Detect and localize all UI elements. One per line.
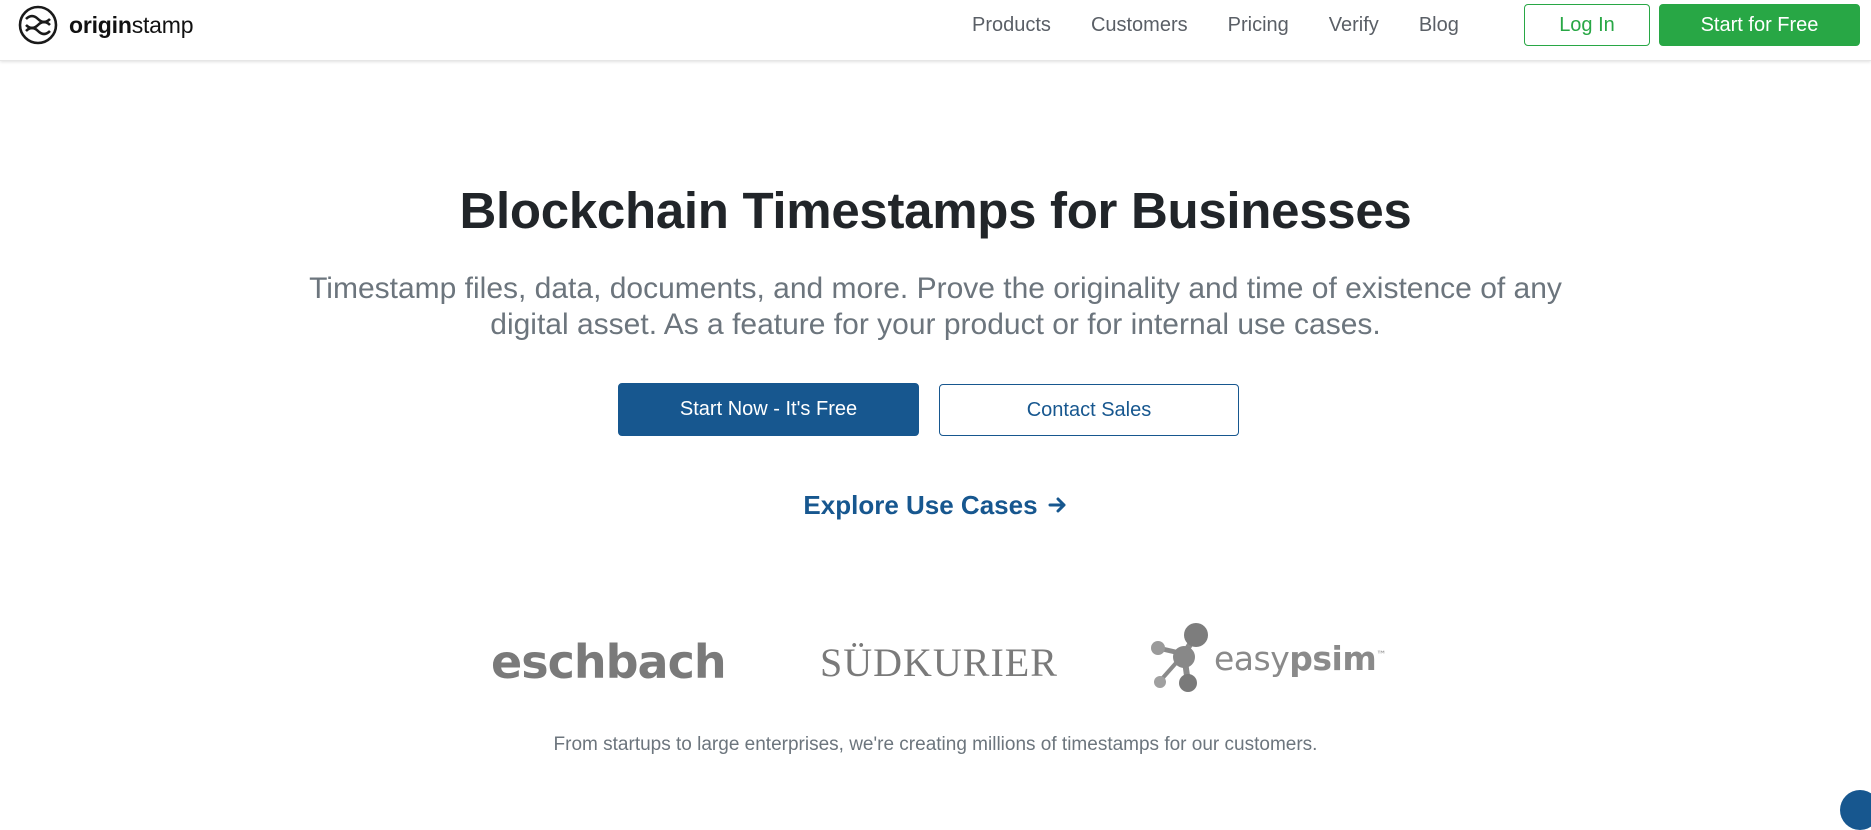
suedkurier-logo: SÜDKURIER	[820, 640, 1058, 685]
originstamp-logo[interactable]: originstamp	[17, 5, 194, 45]
originstamp-logo-icon	[18, 5, 58, 45]
explore-use-cases-link[interactable]: Explore Use Cases	[0, 487, 1871, 523]
site-header: originstamp Products Customers Pricing V…	[0, 0, 1871, 61]
customers-caption: From startups to large enterprises, we'r…	[553, 734, 1318, 755]
explore-use-cases-label: Explore Use Cases	[803, 489, 1038, 520]
easypsim-logo: easypsim™	[1146, 621, 1386, 696]
logo-text: originstamp	[69, 11, 194, 38]
start-now-button[interactable]: Start Now - It's Free	[618, 383, 919, 436]
nav-customers[interactable]: Customers	[1091, 14, 1188, 37]
eschbach-logo: eschbach	[491, 635, 727, 689]
start-for-free-button[interactable]: Start for Free	[1659, 4, 1860, 46]
main-nav: Products Customers Pricing Verify Blog	[972, 0, 1459, 50]
nav-verify[interactable]: Verify	[1329, 14, 1379, 37]
contact-sales-button[interactable]: Contact Sales	[939, 384, 1239, 436]
easypsim-wordmark: easypsim™	[1214, 639, 1386, 678]
nav-pricing[interactable]: Pricing	[1228, 14, 1289, 37]
hero-title: Blockchain Timestamps for Businesses	[459, 182, 1412, 239]
hero-subtitle: Timestamp files, data, documents, and mo…	[309, 272, 1562, 341]
chat-widget-button[interactable]	[1840, 790, 1871, 830]
arrow-right-icon	[1048, 495, 1068, 515]
customer-logos: eschbach SÜDKURIER easypsim™	[0, 615, 1871, 695]
login-button[interactable]: Log In	[1524, 4, 1650, 46]
easypsim-molecule-icon	[1151, 623, 1208, 692]
nav-blog[interactable]: Blog	[1419, 14, 1459, 37]
nav-products[interactable]: Products	[972, 14, 1051, 37]
